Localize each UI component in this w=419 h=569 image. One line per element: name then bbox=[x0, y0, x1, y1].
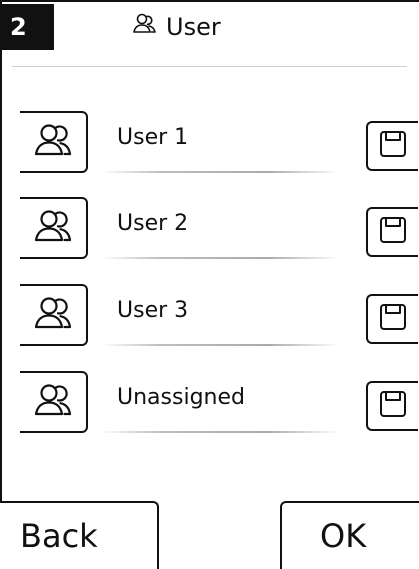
save-button[interactable] bbox=[366, 294, 418, 344]
user-select-button[interactable] bbox=[20, 111, 88, 173]
user-icon bbox=[32, 379, 74, 425]
user-select-button[interactable] bbox=[20, 371, 88, 433]
user-label-underline bbox=[100, 431, 340, 433]
user-select-button[interactable] bbox=[20, 284, 88, 346]
user-icon bbox=[132, 11, 158, 43]
user-label-underline bbox=[100, 257, 340, 259]
user-row: Unassigned bbox=[0, 371, 419, 441]
save-button[interactable] bbox=[366, 381, 418, 431]
header-divider bbox=[12, 66, 407, 67]
user-label-underline bbox=[100, 171, 340, 173]
user-icon bbox=[32, 119, 74, 165]
page-title: User bbox=[132, 11, 221, 43]
user-label[interactable]: User 1 bbox=[117, 125, 188, 150]
user-row: User 2 bbox=[0, 197, 419, 267]
step-badge: 2 bbox=[2, 4, 54, 50]
user-icon bbox=[32, 292, 74, 338]
page-title-text: User bbox=[166, 13, 221, 41]
save-icon bbox=[378, 215, 408, 249]
back-button[interactable]: Back bbox=[0, 501, 159, 569]
user-label[interactable]: Unassigned bbox=[117, 385, 245, 410]
ok-button[interactable]: OK bbox=[280, 501, 419, 569]
user-select-button[interactable] bbox=[20, 197, 88, 259]
user-label[interactable]: User 2 bbox=[117, 211, 188, 236]
user-row: User 3 bbox=[0, 284, 419, 354]
save-icon bbox=[378, 389, 408, 423]
header-bar: 2 User bbox=[0, 0, 419, 50]
user-icon bbox=[32, 205, 74, 251]
save-button[interactable] bbox=[366, 121, 418, 171]
save-icon bbox=[378, 129, 408, 163]
save-button[interactable] bbox=[366, 207, 418, 257]
user-label-underline bbox=[100, 344, 340, 346]
user-row: User 1 bbox=[0, 111, 419, 181]
user-label[interactable]: User 3 bbox=[117, 298, 188, 323]
save-icon bbox=[378, 302, 408, 336]
